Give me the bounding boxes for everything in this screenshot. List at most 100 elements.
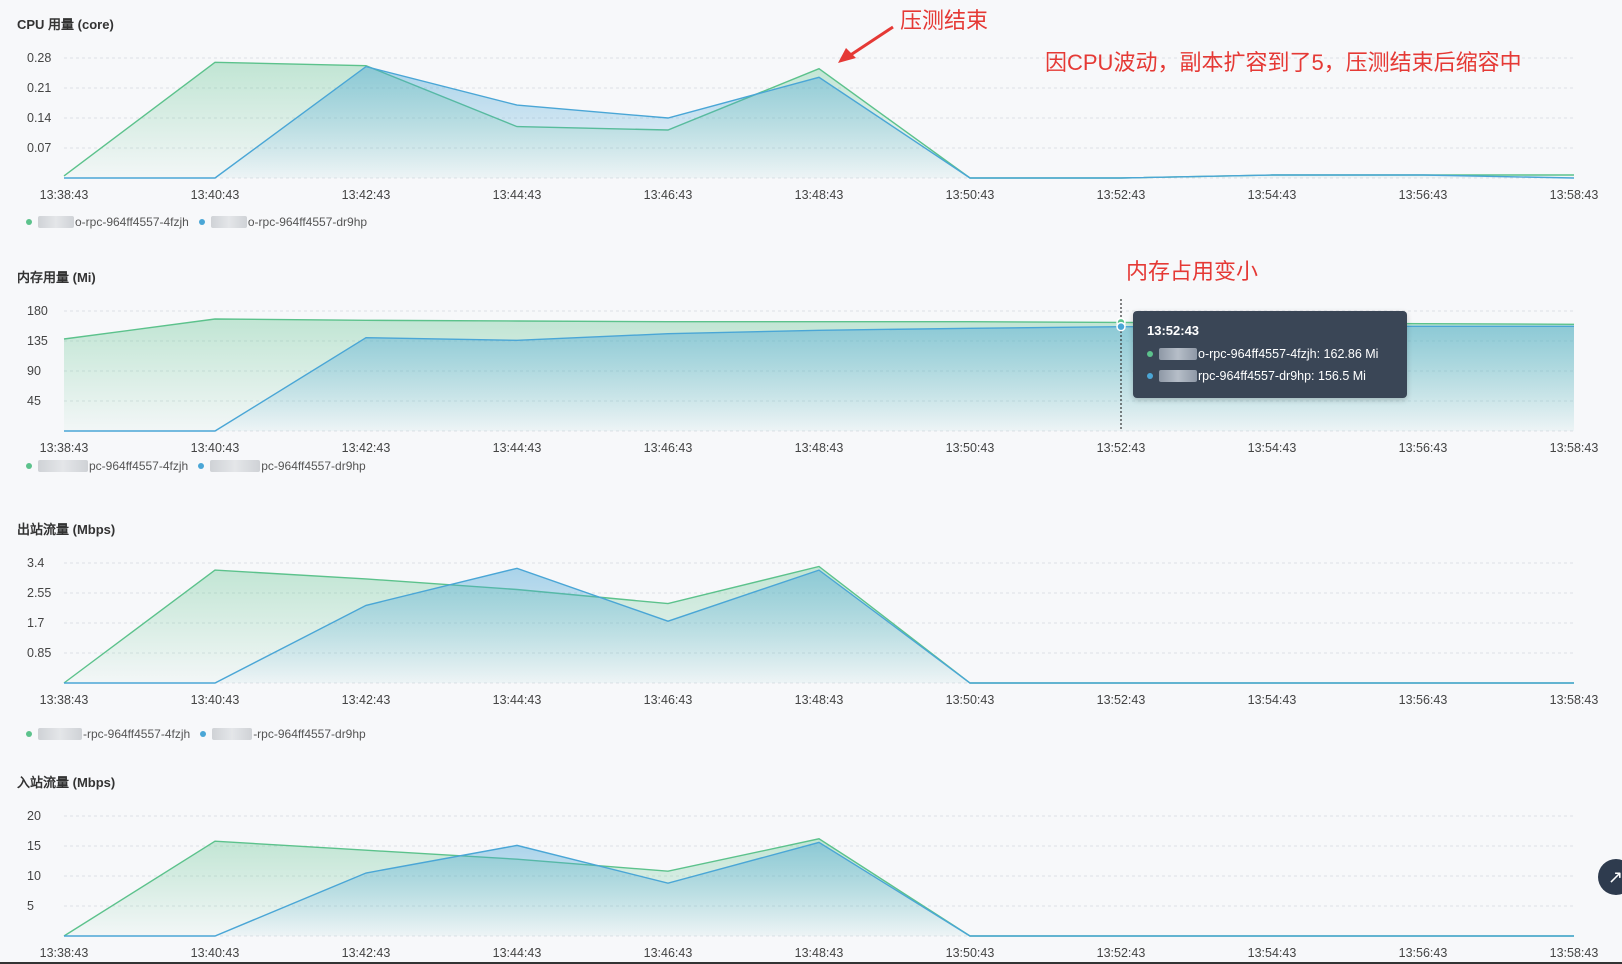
x-tick-label: 13:48:43 [795, 693, 844, 707]
y-tick-label: 1.7 [27, 616, 44, 630]
annotation-scaling-note: 因CPU波动，副本扩容到了5，压测结束后缩容中 [1045, 50, 1522, 75]
y-tick-label: 5 [27, 899, 34, 913]
redacted-prefix [1159, 348, 1197, 360]
y-tick-label: 15 [27, 839, 41, 853]
legend-label: o-rpc-964ff4557-dr9hp [247, 215, 368, 229]
x-tick-label: 13:46:43 [644, 188, 693, 202]
tooltip-separator: : [1311, 369, 1318, 383]
x-tick-label: 13:50:43 [946, 441, 995, 455]
hover-point [1116, 321, 1126, 332]
x-tick-label: 13:58:43 [1550, 441, 1599, 455]
legend-dot-green [26, 219, 32, 225]
x-tick-label: 13:46:43 [644, 693, 693, 707]
y-tick-label: 135 [27, 334, 48, 348]
legend-dot-green [26, 731, 32, 737]
x-tick-label: 13:38:43 [40, 441, 89, 455]
chart-outbound[interactable]: 3.4 2.55 1.7 0.85 13:38:43 13:40:43 13:42:43 13… [0, 505, 1622, 707]
x-tick-label: 13:40:43 [191, 946, 240, 960]
x-tick-label: 13:44:43 [493, 693, 542, 707]
redacted-prefix [1159, 370, 1197, 382]
legend-item-dr9hp[interactable]: o-rpc-964ff4557-dr9hp [198, 215, 368, 229]
y-tick-label: 45 [27, 394, 41, 408]
x-tick-label: 13:42:43 [342, 693, 391, 707]
tooltip-separator: : [1316, 347, 1324, 361]
x-tick-label: 13:42:43 [342, 441, 391, 455]
tooltip-series-name: rpc-964ff4557-dr9hp [1198, 369, 1312, 383]
x-tick-label: 13:46:43 [644, 441, 693, 455]
x-tick-label: 13:54:43 [1248, 441, 1297, 455]
legend-item-4fzjh[interactable]: pc-964ff4557-4fzjh [26, 459, 188, 473]
x-tick-label: 13:50:43 [946, 188, 995, 202]
x-tick-label: 13:40:43 [191, 693, 240, 707]
legend-item-4fzjh[interactable]: o-rpc-964ff4557-4fzjh [26, 215, 189, 229]
x-tick-label: 13:58:43 [1550, 693, 1599, 707]
tooltip-row: o-rpc-964ff4557-4fzjh : 162.86 Mi [1147, 347, 1395, 361]
legend-label: -rpc-964ff4557-dr9hp [253, 727, 366, 741]
x-tick-label: 13:56:43 [1399, 946, 1448, 960]
legend-item-dr9hp[interactable]: -rpc-964ff4557-dr9hp [200, 727, 366, 741]
legend-label: -rpc-964ff4557-4fzjh [83, 727, 191, 741]
x-tick-label: 13:44:43 [493, 441, 542, 455]
legend-dot-blue [198, 219, 205, 225]
y-tick-label: 20 [27, 809, 41, 823]
redacted-prefix [38, 460, 88, 472]
legend-label: o-rpc-964ff4557-4fzjh [75, 215, 189, 229]
x-tick-label: 13:40:43 [191, 188, 240, 202]
legend-memory[interactable]: pc-964ff4557-4fzjh pc-964ff4557-dr9hp [26, 459, 376, 473]
annotation-stress-end: 压测结束 [900, 8, 989, 33]
tooltip-value: 156.5 Mi [1318, 369, 1366, 383]
arrow-up-icon: ↗ [1608, 867, 1622, 887]
x-tick-label: 13:56:43 [1399, 693, 1448, 707]
y-tick-label: 0.07 [27, 141, 51, 155]
x-tick-label: 13:54:43 [1248, 188, 1297, 202]
x-tick-label: 13:52:43 [1097, 946, 1146, 960]
x-tick-label: 13:58:43 [1550, 946, 1599, 960]
annotation-memory-note: 内存占用变小 [1126, 259, 1259, 284]
redacted-prefix [38, 216, 74, 228]
y-tick-label: 90 [27, 364, 41, 378]
x-tick-label: 13:42:43 [342, 946, 391, 960]
x-tick-label: 13:44:43 [493, 946, 542, 960]
tooltip-row: rpc-964ff4557-dr9hp : 156.5 Mi [1147, 369, 1395, 383]
chart-inbound[interactable]: 20 15 10 5 13:38:43 13:40:43 13:42:43 13:44:43 1… [0, 758, 1622, 960]
x-tick-label: 13:38:43 [40, 188, 89, 202]
x-tick-label: 13:48:43 [795, 188, 844, 202]
legend-outbound[interactable]: -rpc-964ff4557-4fzjh -rpc-964ff4557-dr9h… [26, 727, 376, 741]
x-tick-label: 13:48:43 [795, 441, 844, 455]
x-tick-label: 13:52:43 [1097, 693, 1146, 707]
x-tick-label: 13:56:43 [1399, 441, 1448, 455]
x-tick-label: 13:54:43 [1248, 693, 1297, 707]
x-tick-label: 13:50:43 [946, 946, 995, 960]
x-tick-label: 13:56:43 [1399, 188, 1448, 202]
y-tick-label: 3.4 [27, 556, 44, 570]
x-tick-label: 13:58:43 [1550, 188, 1599, 202]
tooltip-value: 162.86 Mi [1323, 347, 1379, 361]
legend-label: pc-964ff4557-4fzjh [89, 459, 189, 473]
x-tick-label: 13:42:43 [342, 188, 391, 202]
legend-dot-blue [198, 463, 205, 469]
y-tick-label: 2.55 [27, 586, 51, 600]
tooltip-dot-green [1147, 351, 1153, 357]
legend-label: pc-964ff4557-dr9hp [261, 459, 366, 473]
x-tick-label: 13:54:43 [1248, 946, 1297, 960]
x-tick-label: 13:40:43 [191, 441, 240, 455]
x-tick-label: 13:52:43 [1097, 441, 1146, 455]
tooltip-time: 13:52:43 [1147, 323, 1200, 338]
chart-tooltip: 13:52:43 o-rpc-964ff4557-4fzjh : 162.86 … [1133, 311, 1407, 398]
y-tick-label: 0.85 [27, 646, 51, 660]
legend-dot-green [26, 463, 32, 469]
redacted-prefix [212, 728, 253, 740]
redacted-prefix [210, 460, 261, 472]
legend-cpu[interactable]: o-rpc-964ff4557-4fzjh o-rpc-964ff4557-dr… [26, 215, 377, 229]
y-tick-label: 0.21 [27, 81, 51, 95]
tooltip-series-name: o-rpc-964ff4557-4fzjh [1198, 347, 1317, 361]
x-tick-label: 13:44:43 [493, 188, 542, 202]
y-tick-label: 10 [27, 869, 41, 883]
legend-item-4fzjh[interactable]: -rpc-964ff4557-4fzjh [26, 727, 190, 741]
legend-item-dr9hp[interactable]: pc-964ff4557-dr9hp [198, 459, 366, 473]
x-tick-label: 13:52:43 [1097, 188, 1146, 202]
tooltip-dot-blue [1147, 373, 1153, 379]
x-tick-label: 13:38:43 [40, 693, 89, 707]
x-tick-label: 13:48:43 [795, 946, 844, 960]
x-tick-label: 13:38:43 [40, 946, 89, 960]
